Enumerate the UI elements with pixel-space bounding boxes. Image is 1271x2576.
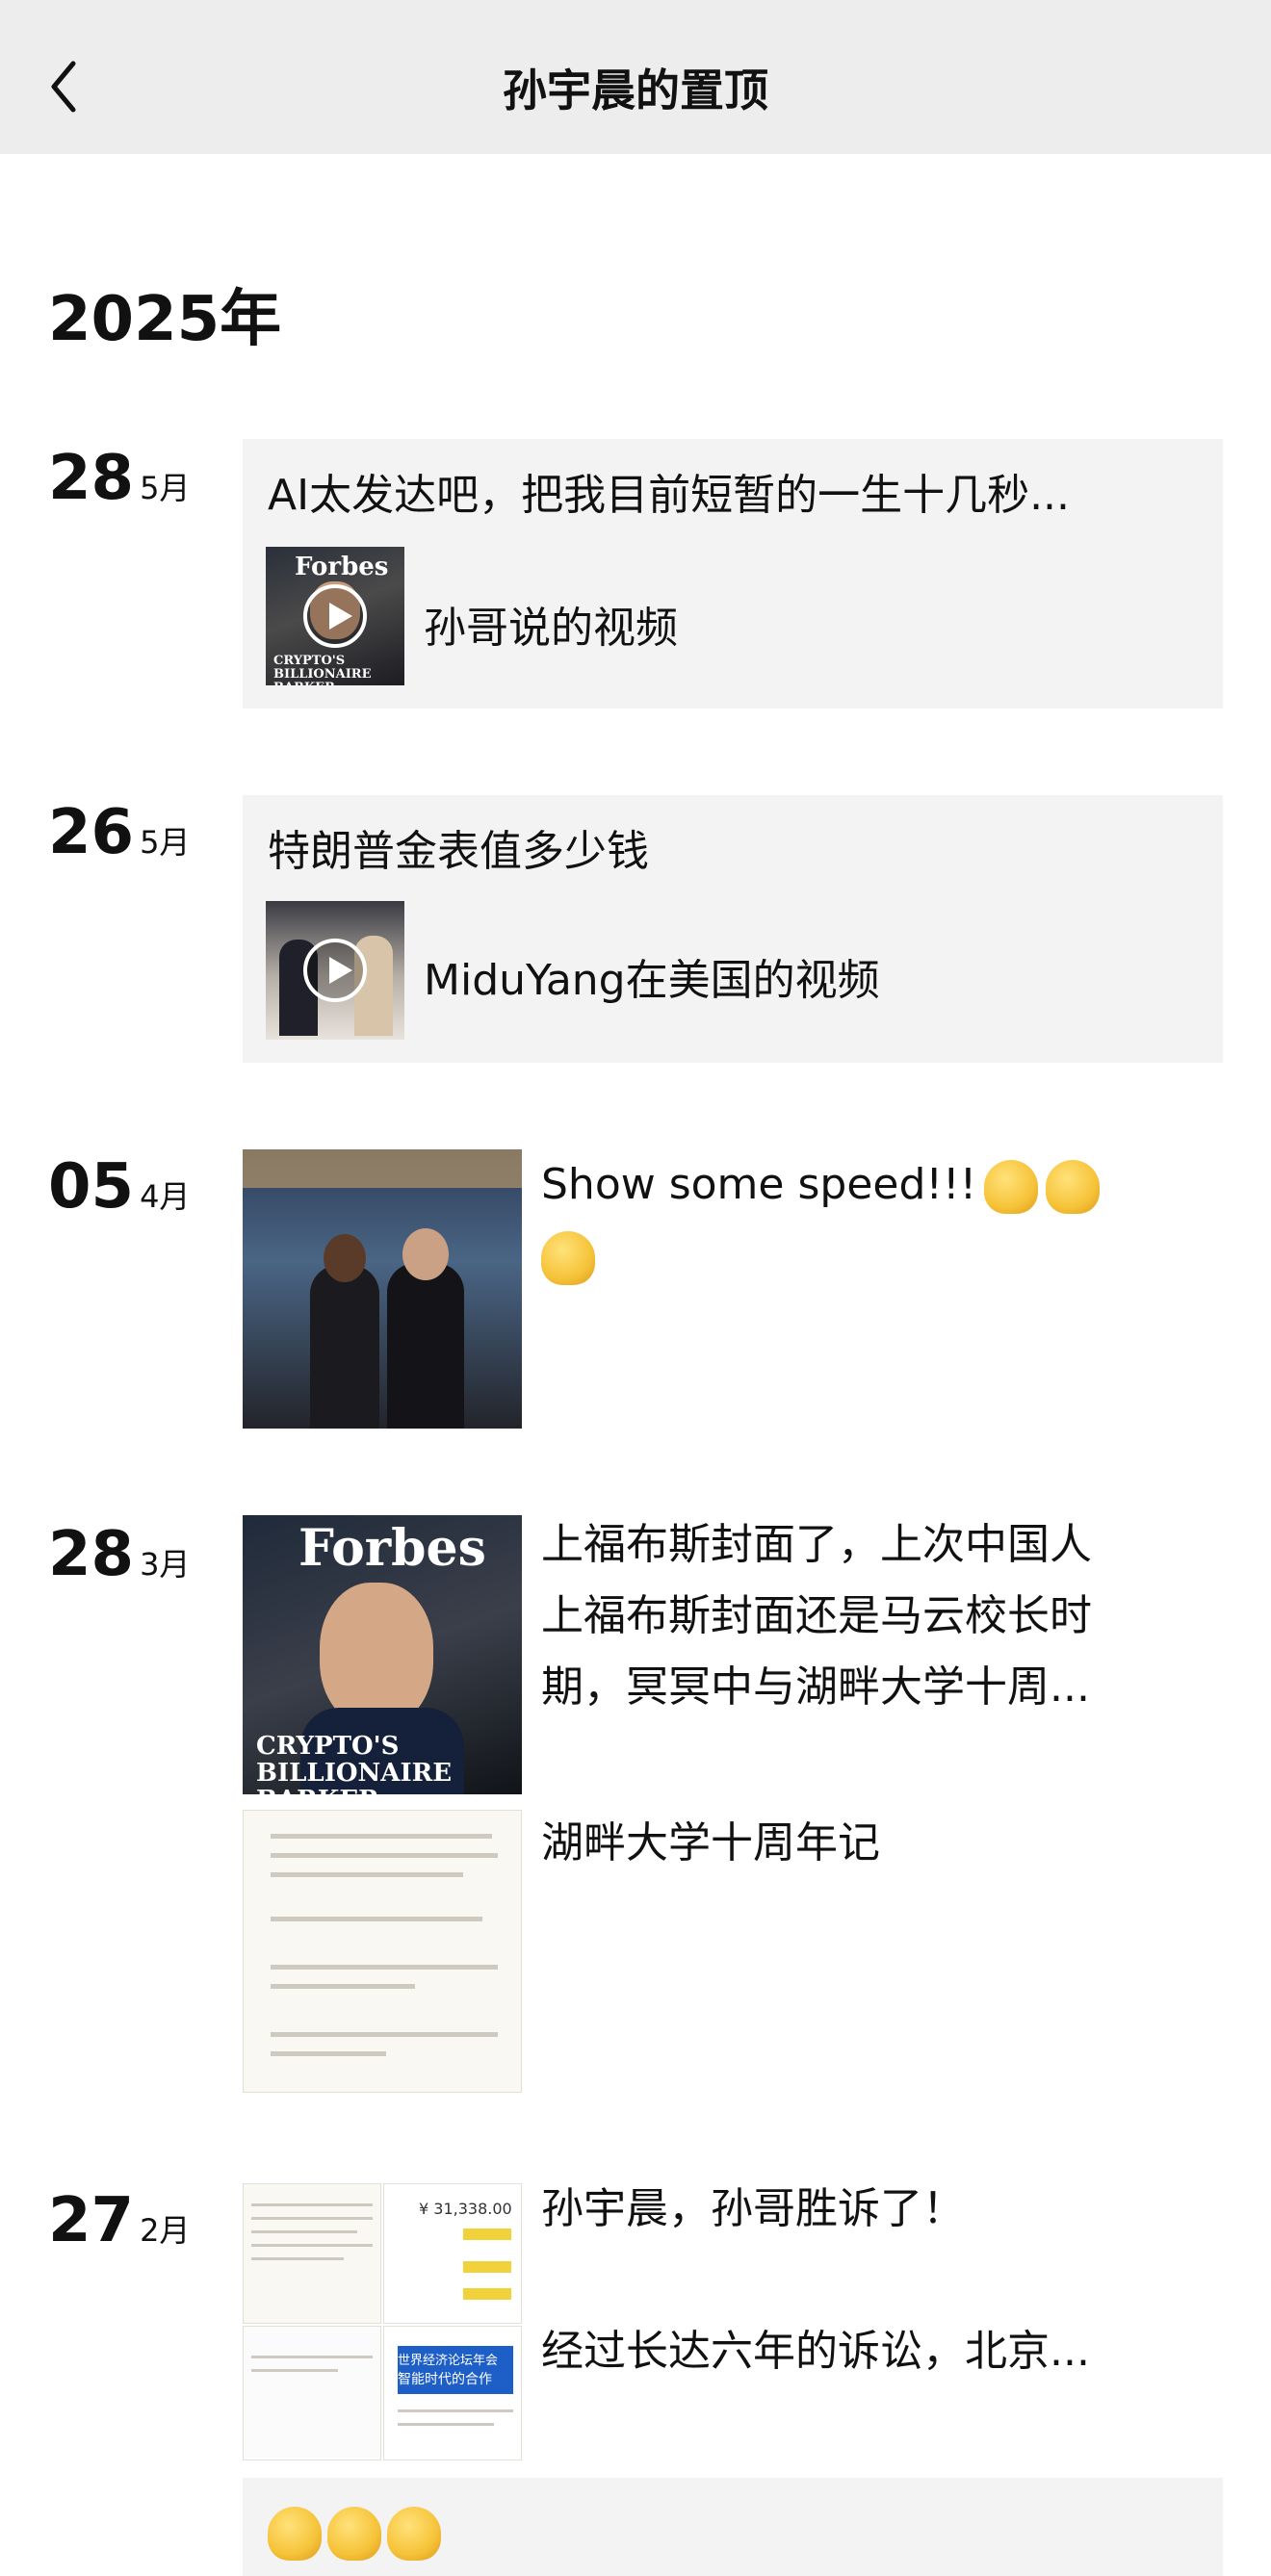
post-date: 27 2月 — [48, 2185, 191, 2256]
video-label: 孙哥说的视频 — [424, 604, 678, 653]
post-text: 孙宇晨，孙哥胜诉了！ 经过长达六年的诉讼，北京... — [541, 2184, 1090, 2376]
handshake-emoji-icon — [268, 2507, 441, 2561]
page-title: 孙宇晨的置顶 — [503, 64, 768, 116]
post-title: AI太发达吧，把我目前短暂的一生十几秒... — [268, 471, 1071, 520]
video-thumbnail[interactable] — [266, 901, 404, 1040]
news-thumbnail[interactable]: 世界经济论坛年会 智能时代的合作 — [383, 2326, 522, 2460]
year-heading: 2025年 — [48, 284, 282, 355]
post-text: 上福布斯封面了，上次中国人 上福布斯封面还是马云校长时 期，冥冥中与湖畔大学十周… — [541, 1520, 1092, 1712]
pinned-video-card[interactable]: AI太发达吧，把我目前短暂的一生十几秒... Forbes CRYPTO'S B… — [243, 439, 1223, 708]
pinned-post-card[interactable] — [243, 2478, 1223, 2576]
clap-emoji-icon — [541, 1231, 595, 1285]
pinned-video-card[interactable]: 特朗普金表值多少钱 MiduYang在美国的视频 — [243, 795, 1223, 1063]
video-thumbnail[interactable]: Forbes CRYPTO'S BILLIONAIRE BARKER — [266, 547, 404, 685]
forbes-cover-image[interactable]: Forbes CRYPTO'S BILLIONAIRE BARKER — [243, 1515, 522, 1794]
article-title[interactable]: 湖畔大学十周年记 — [541, 1808, 880, 1879]
document-thumbnail[interactable] — [243, 2326, 381, 2460]
receipt-thumbnail[interactable]: ¥ 31,338.00 — [383, 2183, 522, 2324]
post-title: 特朗普金表值多少钱 — [268, 827, 649, 876]
document-thumbnail[interactable] — [243, 2183, 381, 2324]
play-icon — [303, 939, 367, 1002]
post-date: 05 4月 — [48, 1151, 191, 1223]
clap-emoji-icon — [984, 1160, 1039, 1214]
nav-bar: 孙宇晨的置顶 — [0, 0, 1271, 154]
post-date: 26 5月 — [48, 797, 191, 868]
post-text: Show some speed!!! — [541, 1149, 1215, 1292]
post-date: 28 5月 — [48, 443, 191, 514]
play-icon — [303, 584, 367, 648]
clap-emoji-icon — [1046, 1160, 1101, 1214]
post-photo[interactable] — [243, 1149, 522, 1429]
article-thumbnail[interactable] — [243, 1810, 522, 2093]
video-label: MiduYang在美国的视频 — [424, 956, 880, 1005]
post-date: 28 3月 — [48, 1519, 191, 1590]
